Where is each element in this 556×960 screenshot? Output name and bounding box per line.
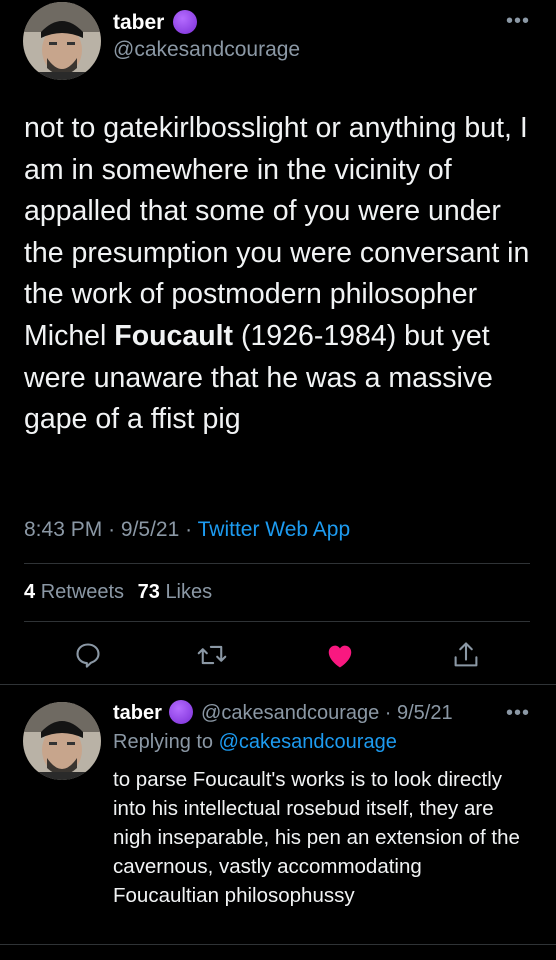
source-link[interactable]: Twitter Web App (198, 518, 351, 541)
tweet-time[interactable]: 8:43 PM (24, 518, 102, 541)
more-options-icon[interactable]: ••• (506, 703, 530, 723)
purple-circle-icon (173, 10, 198, 34)
avatar[interactable] (23, 2, 101, 80)
author-handle[interactable]: @cakesandcourage (113, 38, 300, 62)
reply-author-name[interactable]: taber (113, 702, 162, 724)
avatar-image (23, 702, 101, 780)
more-options-icon[interactable]: ••• (506, 11, 530, 31)
avatar-image (23, 2, 101, 80)
reply-text: to parse Foucault's works is to look dir… (113, 768, 520, 907)
replying-to: Replying to @cakesandcourage (113, 731, 397, 753)
retweet-icon (197, 645, 227, 665)
tweet-stats: 4 Retweets 73 Likes (24, 581, 212, 604)
avatar[interactable] (23, 702, 101, 780)
bold-word: Foucault (114, 319, 234, 352)
divider (24, 563, 530, 564)
tweet-text: not to gatekirlbosslight or anything but… (24, 112, 530, 436)
divider (24, 621, 530, 622)
tweet-meta: 8:43 PM · 9/5/21 · Twitter Web App (24, 518, 351, 541)
divider (0, 944, 556, 945)
tweet-date[interactable]: 9/5/21 (121, 518, 179, 541)
divider (0, 684, 556, 685)
author-name[interactable]: taber (113, 10, 198, 35)
share-button[interactable] (449, 638, 483, 672)
like-icon (328, 645, 352, 668)
replying-to-link[interactable]: @cakesandcourage (219, 731, 397, 753)
purple-circle-icon (169, 700, 194, 724)
share-icon (454, 642, 478, 667)
reply-button[interactable] (71, 638, 105, 672)
reply-icon (76, 643, 100, 668)
like-button[interactable] (323, 638, 357, 672)
reply-handle-date[interactable]: @cakesandcourage · 9/5/21 (201, 702, 453, 724)
reply-header: taber @cakesandcourage · 9/5/21 (113, 700, 453, 725)
retweet-button[interactable] (195, 638, 229, 672)
likes-stat[interactable]: 73 Likes (138, 581, 213, 603)
retweets-stat[interactable]: 4 Retweets (24, 581, 130, 603)
